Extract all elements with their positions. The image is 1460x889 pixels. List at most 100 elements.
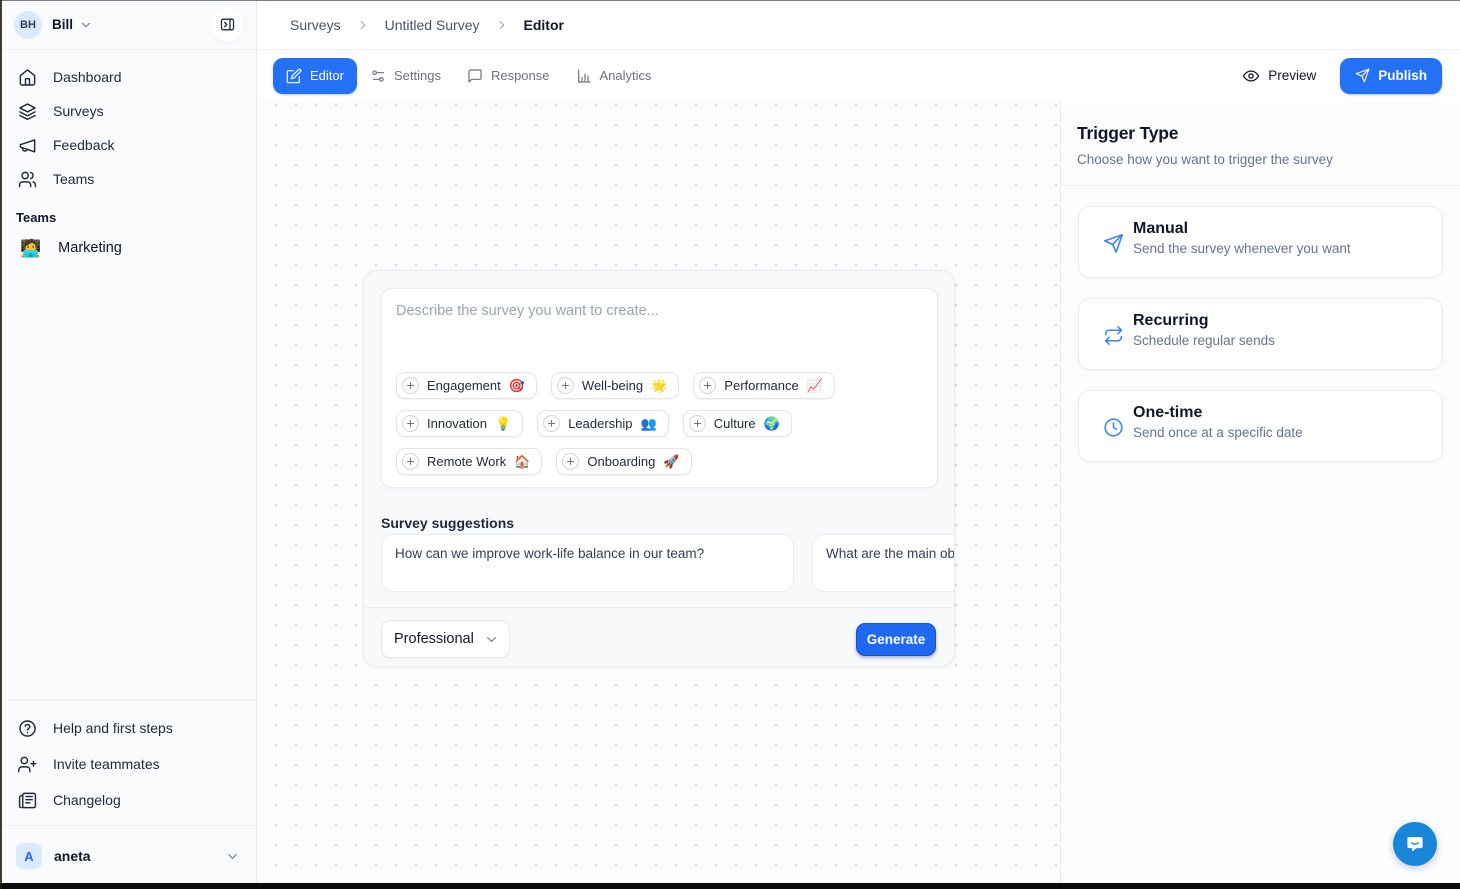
sidebar-item-feedback[interactable]: Feedback (0, 128, 256, 162)
plus-icon (402, 415, 419, 432)
team-emoji: 🧑‍💻 (20, 240, 41, 257)
collapse-sidebar-button[interactable] (210, 8, 244, 42)
chip-emoji: 👥 (641, 417, 657, 430)
sidebar-header: BH Bill (0, 0, 256, 50)
chevron-down-icon (79, 18, 93, 32)
chip-culture[interactable]: Culture 🌍 (683, 410, 792, 437)
panel-subtitle: Choose how you want to trigger the surve… (1077, 152, 1444, 167)
edit-icon (286, 68, 302, 84)
tab-label: Response (491, 68, 550, 83)
tab-label: Analytics (600, 68, 652, 83)
clock-icon (1103, 417, 1124, 438)
chevron-down-icon (225, 849, 240, 864)
sidebar-item-surveys[interactable]: Surveys (0, 94, 256, 128)
chip-label: Engagement (427, 378, 501, 393)
sidebar-item-label: Surveys (53, 103, 104, 119)
chip-label: Leadership (568, 416, 632, 431)
sidebar-item-teams[interactable]: Teams (0, 162, 256, 196)
chip-onboarding[interactable]: Onboarding 🚀 (556, 448, 691, 475)
window-edge-left (0, 0, 2, 889)
sliders-icon (370, 68, 386, 84)
breadcrumb-untitled-survey[interactable]: Untitled Survey (385, 17, 480, 33)
sidebar-item-invite[interactable]: Invite teammates (0, 746, 256, 782)
survey-prompt-input[interactable]: Describe the survey you want to create..… (381, 288, 938, 488)
publish-button[interactable]: Publish (1340, 58, 1442, 94)
workspace-avatar[interactable]: BH (14, 11, 42, 39)
preview-label: Preview (1268, 68, 1316, 83)
sidebar-item-label: Feedback (53, 137, 114, 153)
option-body: Recurring Schedule regular sends (1133, 299, 1442, 348)
chevron-right-icon (356, 18, 370, 32)
user-name: aneta (54, 848, 91, 864)
app-window: BH Bill Dashboard Surv (0, 0, 1460, 889)
user-menu[interactable]: A aneta (0, 833, 256, 879)
sidebar-footer: Help and first steps Invite teammates Ch… (0, 699, 256, 883)
tab-settings[interactable]: Settings (357, 58, 454, 94)
chip-innovation[interactable]: Innovation 💡 (396, 410, 523, 437)
sidebar-item-label: Changelog (53, 792, 121, 808)
chat-bubble-icon (1404, 833, 1426, 855)
trigger-option-one-time[interactable]: One-time Send once at a specific date (1078, 390, 1443, 462)
sidebar-item-team-marketing[interactable]: 🧑‍💻 Marketing (0, 229, 256, 267)
editor-canvas[interactable]: Describe the survey you want to create..… (257, 101, 1060, 889)
suggestions-row: How can we improve work-life balance in … (381, 534, 954, 592)
trigger-option-manual[interactable]: Manual Send the survey whenever you want (1078, 206, 1443, 278)
panel-header: Trigger Type Choose how you want to trig… (1061, 101, 1460, 186)
users-icon (18, 170, 37, 189)
suggestions-title: Survey suggestions (381, 515, 514, 531)
trigger-type-panel: Trigger Type Choose how you want to trig… (1060, 101, 1460, 889)
eye-icon (1242, 67, 1260, 85)
chip-label: Innovation (427, 416, 487, 431)
chip-emoji: 📈 (807, 379, 823, 392)
user-plus-icon (18, 755, 37, 774)
tone-select[interactable]: Professional (381, 620, 510, 658)
tab-response[interactable]: Response (454, 58, 563, 94)
sidebar-item-help[interactable]: Help and first steps (0, 710, 256, 746)
plus-icon (562, 453, 579, 470)
tab-label: Editor (310, 68, 344, 83)
teams-section-header: Teams (0, 210, 256, 225)
sidebar-item-changelog[interactable]: Changelog (0, 782, 256, 818)
chip-remote-work[interactable]: Remote Work 🏠 (396, 448, 542, 475)
tone-value: Professional (394, 631, 474, 647)
chip-engagement[interactable]: Engagement 🎯 (396, 372, 537, 399)
option-description: Send once at a specific date (1133, 425, 1442, 440)
chip-performance[interactable]: Performance 📈 (693, 372, 835, 399)
tab-analytics[interactable]: Analytics (563, 58, 665, 94)
chip-label: Remote Work (427, 454, 506, 469)
workspace-name[interactable]: Bill (52, 17, 73, 32)
send-icon (1355, 68, 1370, 83)
preview-button[interactable]: Preview (1242, 67, 1316, 85)
chip-label: Performance (724, 378, 798, 393)
option-title: Manual (1133, 220, 1442, 238)
generate-button[interactable]: Generate (856, 623, 936, 656)
chevron-down-icon (484, 632, 499, 647)
chip-label: Onboarding (587, 454, 655, 469)
publish-label: Publish (1378, 68, 1427, 83)
option-title: One-time (1133, 404, 1442, 422)
tab-editor[interactable]: Editor (273, 58, 357, 94)
team-label: Marketing (58, 240, 122, 256)
toolbar-actions: Preview Publish (1242, 58, 1442, 94)
trigger-option-recurring[interactable]: Recurring Schedule regular sends (1078, 298, 1443, 370)
chat-launcher-button[interactable] (1393, 822, 1437, 866)
suggestion-card[interactable]: What are the main ob (812, 534, 954, 592)
plus-icon (557, 377, 574, 394)
composer-footer: Professional Generate (364, 607, 954, 666)
editor-toolbar: Editor Settings Response Analytics (257, 50, 1460, 101)
chart-icon (576, 68, 592, 84)
plus-icon (543, 415, 560, 432)
plus-icon (689, 415, 706, 432)
chevron-right-icon (495, 18, 509, 32)
chip-well-being[interactable]: Well-being 🌟 (551, 372, 679, 399)
chip-label: Well-being (582, 378, 643, 393)
chip-leadership[interactable]: Leadership 👥 (537, 410, 669, 437)
chat-icon (467, 68, 483, 84)
breadcrumb-surveys[interactable]: Surveys (290, 17, 341, 33)
survey-composer-card: Describe the survey you want to create..… (363, 270, 955, 667)
trigger-options: Manual Send the survey whenever you want… (1061, 186, 1460, 482)
home-icon (18, 68, 37, 87)
suggestion-card[interactable]: How can we improve work-life balance in … (381, 534, 794, 592)
sidebar-item-label: Dashboard (53, 69, 122, 85)
sidebar-item-dashboard[interactable]: Dashboard (0, 60, 256, 94)
